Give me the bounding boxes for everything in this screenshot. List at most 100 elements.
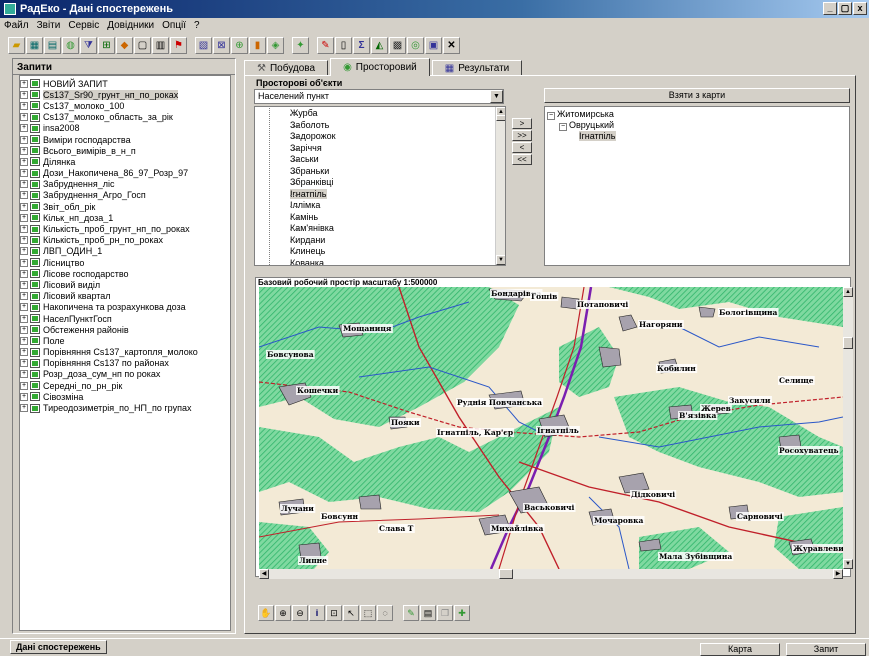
place-item[interactable]: Збраньки xyxy=(270,166,495,178)
query-item[interactable]: + Забруднення_ліс xyxy=(20,179,230,190)
sum-icon[interactable]: Σ xyxy=(353,36,370,54)
expand-icon[interactable]: + xyxy=(20,404,28,413)
menu-help[interactable]: ? xyxy=(194,20,200,31)
expand-icon[interactable]: + xyxy=(20,213,28,222)
expand-icon[interactable]: + xyxy=(20,336,28,345)
expand-icon[interactable]: + xyxy=(20,113,28,122)
attribute-table-icon[interactable]: ▤ xyxy=(420,605,436,621)
query-item[interactable]: + Обстеження районів xyxy=(20,324,230,335)
expand-icon[interactable]: + xyxy=(20,292,28,301)
pin-icon[interactable]: ⊕ xyxy=(231,36,248,54)
expand-icon[interactable]: + xyxy=(20,269,28,278)
expand-icon[interactable]: + xyxy=(20,169,28,178)
expand-icon[interactable]: + xyxy=(20,202,28,211)
expand-icon[interactable]: + xyxy=(20,359,28,368)
blank-doc-icon[interactable]: ▢ xyxy=(134,36,151,54)
place-list-scrollbar[interactable]: ▲ ▼ xyxy=(495,107,505,265)
tab-build[interactable]: ⚒ Побудова xyxy=(244,60,329,76)
close-x-icon[interactable]: ✕ xyxy=(443,36,460,54)
map-scroll-down-icon[interactable]: ▼ xyxy=(843,559,853,569)
map-hscroll-thumb[interactable] xyxy=(499,569,513,579)
query-item[interactable]: + НаселПунктГосп xyxy=(20,313,230,324)
query-item[interactable]: + Дози_Накопичена_86_97_Розр_97 xyxy=(20,168,230,179)
expand-icon[interactable]: + xyxy=(20,280,28,289)
open-folder-icon[interactable]: ▰ xyxy=(8,36,25,54)
move-right-button[interactable]: > xyxy=(512,118,532,129)
expand-icon[interactable]: + xyxy=(20,381,28,390)
expand-icon[interactable]: + xyxy=(20,79,28,88)
import-icon[interactable]: ✦ xyxy=(292,36,309,54)
map-button[interactable]: Карта xyxy=(700,643,780,656)
query-item[interactable]: + Cs137_Sr90_грунт_нп_по_роках xyxy=(20,89,230,100)
scroll-down-icon[interactable]: ▼ xyxy=(496,255,505,265)
tab-spatial[interactable]: ◉ Просторовий xyxy=(330,58,430,76)
place-item[interactable]: Задорожок xyxy=(270,131,495,143)
expand-icon[interactable]: + xyxy=(20,392,28,401)
map-icon[interactable]: ◎ xyxy=(407,36,424,54)
expand-icon[interactable]: + xyxy=(20,180,28,189)
query-item[interactable]: + ЛВП_ОДИН_1 xyxy=(20,246,230,257)
place-item[interactable]: Кирдани xyxy=(270,235,495,247)
form-icon[interactable]: ▤ xyxy=(44,36,61,54)
layers-icon[interactable]: ◈ xyxy=(267,36,284,54)
take-from-map-button[interactable]: Взяти з карти xyxy=(544,88,850,103)
query-button[interactable]: Запит xyxy=(786,643,866,656)
move-left-button[interactable]: < xyxy=(512,142,532,153)
query-item[interactable]: + Кількість_проб_грунт_нп_по_роках xyxy=(20,223,230,234)
query-item[interactable]: + Накопичена та розрахункова доза xyxy=(20,302,230,313)
observations-tab[interactable]: Дані спостережень xyxy=(10,640,107,654)
chart-icon[interactable]: ▧ xyxy=(195,36,212,54)
query-item[interactable]: + Виміри господарства xyxy=(20,134,230,145)
query-item[interactable]: + Середні_по_рн_рік xyxy=(20,380,230,391)
pointer-icon[interactable]: ↖ xyxy=(343,605,359,621)
query-item[interactable]: + Ділянка xyxy=(20,156,230,167)
query-item[interactable]: + Забруднення_Агро_Госп xyxy=(20,190,230,201)
tree-icon[interactable]: ⊞ xyxy=(98,36,115,54)
query-item[interactable]: + insa2008 xyxy=(20,123,230,134)
expand-icon[interactable]: + xyxy=(20,370,28,379)
query-item[interactable]: + Сівозміна xyxy=(20,391,230,402)
menu-options[interactable]: Опції xyxy=(162,20,186,31)
query-item[interactable]: + Поле xyxy=(20,335,230,346)
menu-service[interactable]: Сервіс xyxy=(68,20,99,31)
place-item[interactable]: Ігнатпіль xyxy=(270,188,495,201)
query-item[interactable]: + НОВИЙ ЗАПИТ xyxy=(20,78,230,89)
selected-objects-tree[interactable]: − Житомирська − Овруцький Ігнатпіль xyxy=(544,106,850,266)
move-all-left-button[interactable]: << xyxy=(512,154,532,165)
graph-icon[interactable]: ◭ xyxy=(371,36,388,54)
close-button[interactable]: x xyxy=(853,2,867,15)
query-item[interactable]: + Розр_доза_сум_нп по роках xyxy=(20,369,230,380)
expand-icon[interactable]: + xyxy=(20,157,28,166)
query-tree[interactable]: + НОВИЙ ЗАПИТ + Cs137_Sr90_грунт_нп_по_рока… xyxy=(19,75,231,631)
query-item[interactable]: + Cs137_молоко_область_за_рік xyxy=(20,112,230,123)
flag-icon[interactable]: ⚑ xyxy=(170,36,187,54)
map-scroll-left-icon[interactable]: ◀ xyxy=(259,569,269,579)
expand-icon[interactable]: + xyxy=(20,314,28,323)
navigate-icon[interactable]: ✚ xyxy=(454,605,470,621)
copy-icon[interactable]: ❐ xyxy=(437,605,453,621)
expand-icon[interactable]: + xyxy=(20,101,28,110)
minimize-button[interactable]: _ xyxy=(823,2,837,15)
place-item[interactable]: Клинець xyxy=(270,246,495,258)
expand-icon[interactable]: + xyxy=(20,225,28,234)
document-icon[interactable]: ▯ xyxy=(335,36,352,54)
query-item[interactable]: + Лісовий виділ xyxy=(20,279,230,290)
map-vertical-scrollbar[interactable]: ▲ ▼ xyxy=(843,287,853,569)
query-item[interactable]: + Кільк_нп_доза_1 xyxy=(20,212,230,223)
maximize-button[interactable]: ▢ xyxy=(838,2,852,15)
cross-table-icon[interactable]: ⊠ xyxy=(213,36,230,54)
expand-icon[interactable]: + xyxy=(20,135,28,144)
map-canvas[interactable]: Бондарівка Гошів Потаповичі Нагоряни Мощаниц… xyxy=(259,287,843,569)
tree-node-district[interactable]: − Овруцький xyxy=(547,120,847,131)
map-scroll-right-icon[interactable]: ▶ xyxy=(833,569,843,579)
save-icon[interactable]: ▣ xyxy=(425,36,442,54)
expand-icon[interactable]: + xyxy=(20,124,28,133)
query-item[interactable]: + Лісове господарство xyxy=(20,268,230,279)
place-item[interactable]: Журба xyxy=(270,108,495,120)
query-item[interactable]: + Тиреодозиметрія_по_НП_по групах xyxy=(20,402,230,413)
menu-reports[interactable]: Звіти xyxy=(37,20,61,31)
select-rect-icon[interactable]: ⬚ xyxy=(360,605,376,621)
filter-icon[interactable]: ⧩ xyxy=(80,36,97,54)
table-view-icon[interactable]: ▩ xyxy=(389,36,406,54)
expand-icon[interactable]: + xyxy=(20,348,28,357)
